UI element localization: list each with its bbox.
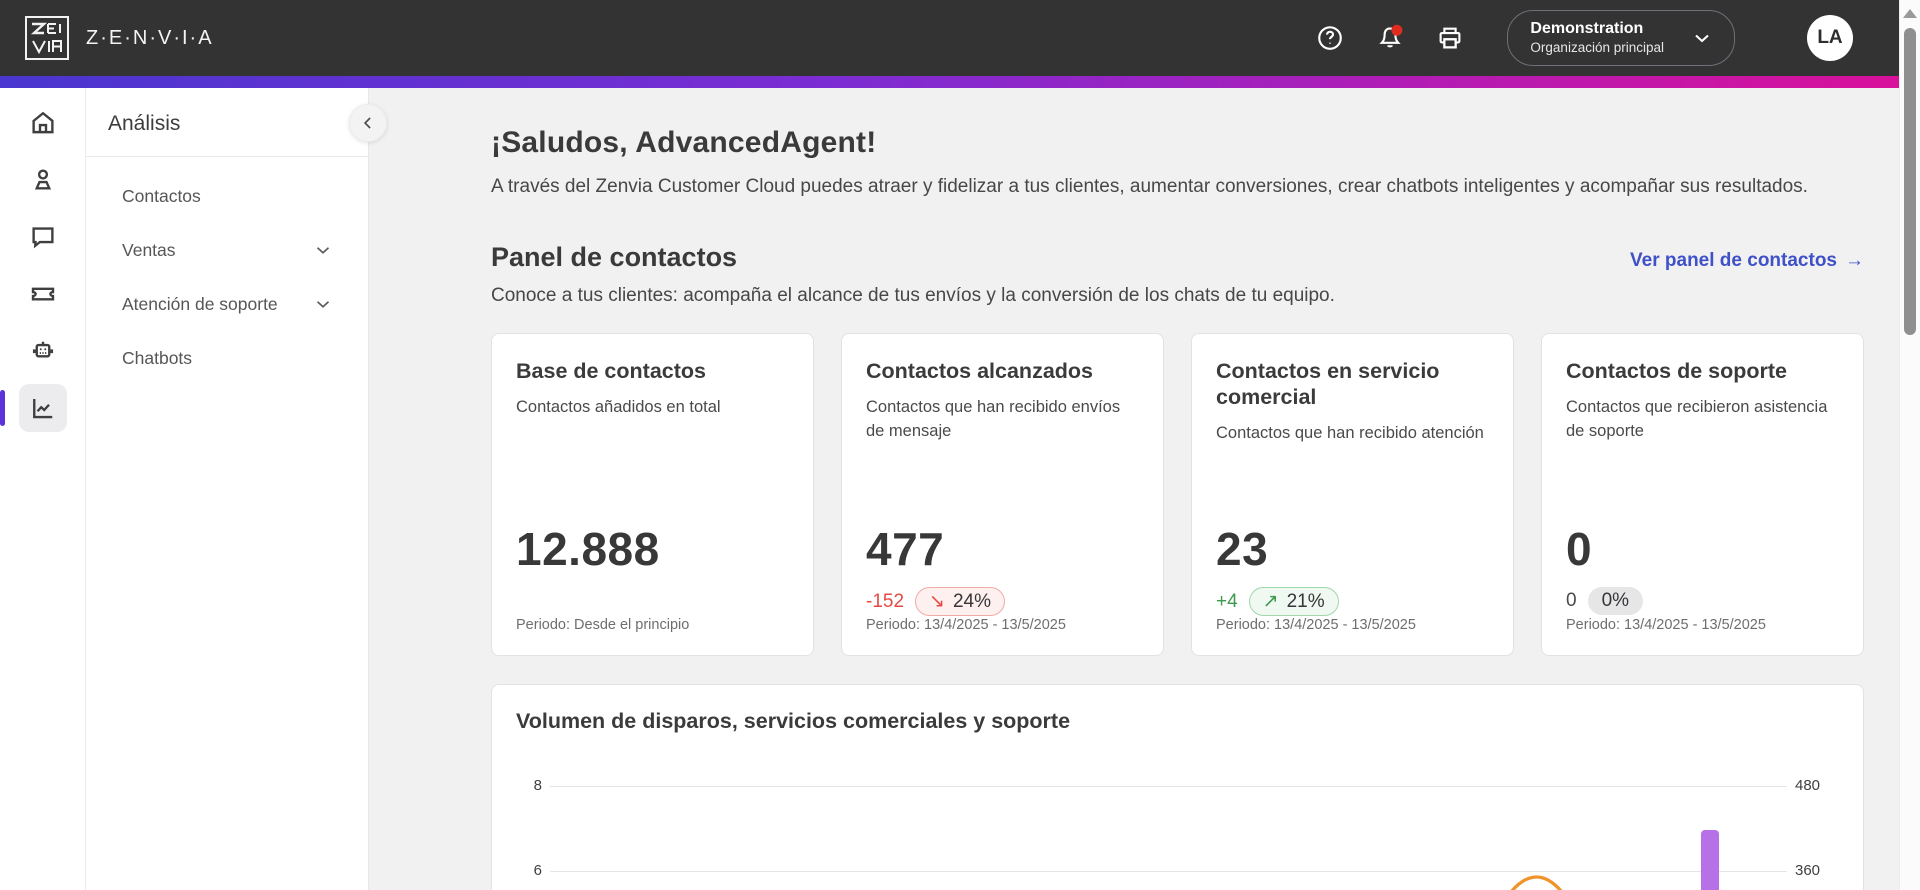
kpi-value: 23 bbox=[1216, 523, 1269, 575]
main-content: ¡Saludos, AdvancedAgent! A través del Ze… bbox=[369, 88, 1920, 890]
kpi-value: 477 bbox=[866, 523, 945, 575]
kpi-card-contactos-alcanzados: Contactos alcanzados Contactos que han r… bbox=[841, 333, 1164, 656]
kpi-card-contactos-servicio-comercial: Contactos en servicio comercial Contacto… bbox=[1191, 333, 1514, 656]
kpi-trend: 0 0% bbox=[1566, 587, 1644, 615]
chevron-down-icon bbox=[1690, 26, 1714, 50]
kpi-delta: -152 bbox=[866, 590, 905, 612]
trend-up-icon: ↗ bbox=[1262, 591, 1279, 612]
kpi-value: 0 bbox=[1566, 523, 1593, 575]
brand-gradient-bar bbox=[0, 76, 1899, 88]
organization-selector[interactable]: Demonstration Organización principal bbox=[1507, 10, 1735, 66]
kpi-trend: -152 ↘ 24% bbox=[866, 587, 1005, 616]
panel-title: Análisis bbox=[108, 112, 181, 135]
view-contacts-panel-link[interactable]: Ver panel de contactos → bbox=[1630, 250, 1864, 272]
print-icon[interactable] bbox=[1435, 23, 1465, 53]
sidebar-item-contacts-icon[interactable] bbox=[19, 156, 67, 204]
section-title: Panel de contactos bbox=[491, 242, 738, 272]
kpi-trend: +4 ↗ 21% bbox=[1216, 587, 1339, 616]
kpi-delta: +4 bbox=[1216, 590, 1238, 612]
bar-series-purple bbox=[1701, 830, 1719, 890]
chevron-down-icon bbox=[312, 293, 334, 315]
help-icon[interactable] bbox=[1315, 23, 1345, 53]
sidebar-item-home-icon[interactable] bbox=[19, 99, 67, 147]
organization-subtitle: Organización principal bbox=[1530, 40, 1664, 56]
sidebar-item-analytics-icon[interactable] bbox=[0, 384, 67, 432]
page-greeting: ¡Saludos, AdvancedAgent! bbox=[491, 126, 877, 159]
kpi-value: 12.888 bbox=[516, 523, 660, 575]
organization-name: Demonstration bbox=[1530, 20, 1644, 38]
kpi-period: Periodo: 13/4/2025 - 13/5/2025 bbox=[866, 617, 1066, 633]
user-avatar[interactable]: LA bbox=[1807, 14, 1853, 61]
panel-item-ventas[interactable]: Ventas bbox=[86, 223, 368, 277]
chevron-left-icon bbox=[363, 117, 371, 129]
icon-rail bbox=[0, 88, 86, 890]
kpi-period: Periodo: Desde el principio bbox=[516, 617, 690, 633]
trend-badge: 0% bbox=[1587, 587, 1644, 615]
notifications-bell-icon[interactable] bbox=[1375, 23, 1405, 53]
page-intro: A través del Zenvia Customer Cloud puede… bbox=[491, 176, 1808, 197]
kpi-card-contactos-de-soporte: Contactos de soporte Contactos que recib… bbox=[1541, 333, 1864, 656]
notification-badge bbox=[1391, 24, 1403, 36]
kpi-period: Periodo: 13/4/2025 - 13/5/2025 bbox=[1566, 617, 1766, 633]
chevron-down-icon bbox=[312, 239, 334, 261]
volume-chart-card: Volumen de disparos, servicios comercial… bbox=[491, 684, 1864, 890]
kpi-period: Periodo: 13/4/2025 - 13/5/2025 bbox=[1216, 617, 1416, 633]
kpi-delta: 0 bbox=[1566, 590, 1577, 611]
kpi-card-base-de-contactos: Base de contactos Contactos añadidos en … bbox=[491, 333, 814, 656]
chart-title: Volumen de disparos, servicios comercial… bbox=[516, 709, 1071, 733]
zenvia-logo-icon bbox=[24, 15, 70, 61]
panel-item-chatbots[interactable]: Chatbots bbox=[86, 331, 368, 385]
trend-down-icon: ↘ bbox=[929, 591, 945, 612]
trend-badge: ↗ 21% bbox=[1248, 587, 1339, 616]
kpi-cards-row: Base de contactos Contactos añadidos en … bbox=[491, 333, 1864, 656]
scrollbar-up-arrow-icon[interactable] bbox=[1903, 9, 1917, 18]
top-bar: Z·E·N·V·I·A Demonstration Organización p… bbox=[0, 0, 1899, 76]
line-series-orange bbox=[1510, 875, 1563, 890]
analysis-panel: Análisis Contactos Ventas Atención de so… bbox=[86, 88, 387, 890]
section-subtitle: Conoce a tus clientes: acompaña el alcan… bbox=[491, 285, 1335, 306]
trend-badge: ↘ 24% bbox=[915, 587, 1005, 616]
scrollbar-thumb[interactable] bbox=[1904, 28, 1916, 335]
sidebar-item-tickets-icon[interactable] bbox=[19, 270, 67, 318]
panel-collapse-button[interactable] bbox=[349, 104, 387, 142]
sidebar-item-conversations-icon[interactable] bbox=[19, 213, 67, 261]
vertical-scrollbar[interactable] bbox=[1899, 0, 1920, 890]
panel-item-contactos[interactable]: Contactos bbox=[86, 169, 368, 223]
chart-plot-area: 8 480 6 360 bbox=[516, 752, 1839, 890]
panel-item-atencion-de-soporte[interactable]: Atención de soporte bbox=[86, 277, 368, 331]
sidebar-item-chatbot-icon[interactable] bbox=[19, 327, 67, 375]
arrow-right-icon: → bbox=[1845, 250, 1864, 271]
brand-wordmark: Z·E·N·V·I·A bbox=[86, 26, 214, 49]
